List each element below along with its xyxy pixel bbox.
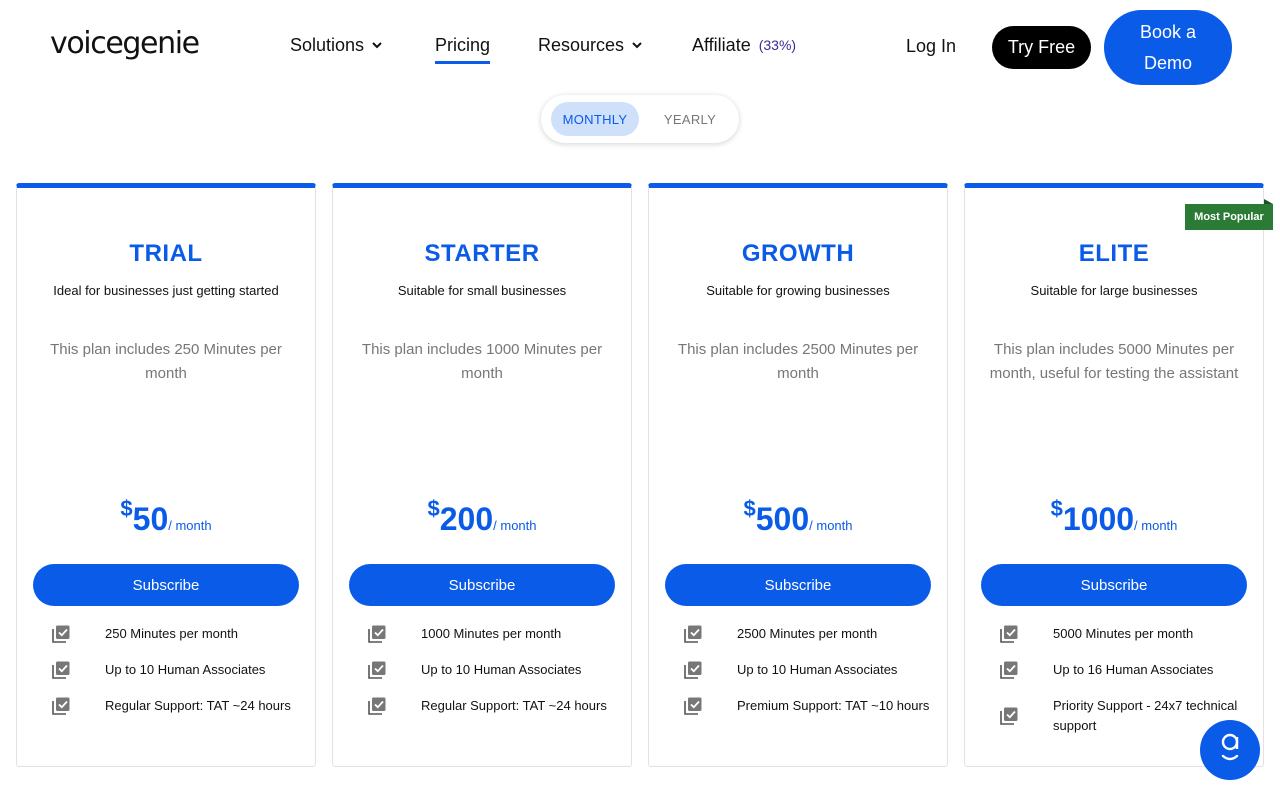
plan-description: This plan includes 5000 Minutes per mont… (989, 341, 1239, 382)
feature-item: 5000 Minutes per month (999, 624, 1249, 644)
site-header: voicegenie Solutions Pricing Resources A… (0, 0, 1280, 92)
feature-list: 2500 Minutes per month Up to 10 Human As… (683, 624, 933, 732)
price-period: / month (168, 518, 212, 533)
plan-subtitle: Suitable for small businesses (397, 283, 567, 298)
nav-resources[interactable]: Resources (538, 30, 644, 60)
feature-item: Up to 10 Human Associates (51, 660, 301, 680)
plan-description: This plan includes 250 Minutes per month (50, 341, 282, 382)
plan-subtitle: Suitable for growing businesses (706, 283, 890, 298)
plan-name: ELITE (1078, 240, 1150, 267)
checkbox-stack-icon (51, 624, 71, 644)
feature-text: Premium Support: TAT ~10 hours (737, 698, 930, 713)
checkbox-stack-icon (51, 696, 71, 716)
feature-text: Up to 10 Human Associates (105, 662, 266, 677)
nav-pricing-label: Pricing (435, 34, 491, 55)
feature-text: Regular Support: TAT ~24 hours (105, 698, 291, 713)
chevron-down-icon (630, 38, 644, 52)
feature-item: Regular Support: TAT ~24 hours (367, 696, 617, 716)
price-currency: $ (743, 496, 756, 521)
most-popular-badge: Most Popular (1185, 204, 1273, 230)
price-amount: 500 (755, 501, 810, 537)
nav-solutions-label: Solutions (290, 34, 365, 55)
subscribe-button[interactable]: Subscribe (981, 564, 1247, 606)
feature-item: Regular Support: TAT ~24 hours (51, 696, 301, 716)
plan-card-growth: GROWTH Suitable for growing businesses T… (648, 183, 948, 767)
nav-solutions[interactable]: Solutions (290, 30, 384, 60)
plan-description: This plan includes 1000 Minutes per mont… (361, 341, 603, 382)
feature-text: Up to 10 Human Associates (737, 662, 898, 677)
checkbox-stack-icon (683, 696, 703, 716)
subscribe-button[interactable]: Subscribe (349, 564, 615, 606)
checkbox-stack-icon (999, 706, 1019, 726)
price-amount: 50 (132, 501, 169, 537)
feature-item: Up to 10 Human Associates (683, 660, 933, 680)
plan-price: $200/ month (333, 496, 631, 538)
price-amount: 1000 (1062, 501, 1135, 537)
price-period: / month (493, 518, 537, 533)
subscribe-button[interactable]: Subscribe (33, 564, 299, 606)
checkbox-stack-icon (367, 624, 387, 644)
plan-name: GROWTH (741, 240, 855, 267)
affiliate-percent-badge: (33%) (758, 37, 797, 53)
toggle-monthly[interactable]: MONTHLY (551, 102, 639, 136)
plan-price: $1000/ month (965, 496, 1263, 538)
feature-text: 2500 Minutes per month (737, 626, 878, 641)
price-currency: $ (427, 496, 440, 521)
checkbox-stack-icon (999, 624, 1019, 644)
price-amount: 200 (439, 501, 494, 537)
checkbox-stack-icon (51, 660, 71, 680)
feature-text: Regular Support: TAT ~24 hours (421, 698, 607, 713)
feature-text: Up to 16 Human Associates (1053, 662, 1214, 677)
chevron-down-icon (370, 38, 384, 52)
plan-card-starter: STARTER Suitable for small businesses Th… (332, 183, 632, 767)
feature-item: 250 Minutes per month (51, 624, 301, 644)
checkbox-stack-icon (367, 660, 387, 680)
nav-pricing[interactable]: Pricing (435, 30, 491, 64)
plan-card-trial: TRIAL Ideal for businesses just getting … (16, 183, 316, 767)
voicegenie-logo[interactable]: voicegenie (50, 26, 200, 76)
book-demo-button[interactable]: Book a Demo (1104, 10, 1232, 85)
subscribe-button[interactable]: Subscribe (665, 564, 931, 606)
checkbox-stack-icon (683, 660, 703, 680)
plan-name: STARTER (424, 240, 540, 267)
plan-price: $50/ month (17, 496, 315, 538)
billing-period-toggle: MONTHLY YEARLY (541, 95, 739, 143)
nav-affiliate[interactable]: Affiliate (33%) (692, 30, 796, 60)
toggle-yearly[interactable]: YEARLY (651, 102, 729, 136)
feature-item: Up to 16 Human Associates (999, 660, 1249, 680)
plan-price: $500/ month (649, 496, 947, 538)
feature-text: 5000 Minutes per month (1053, 626, 1194, 641)
price-currency: $ (1050, 496, 1063, 521)
feature-text: 1000 Minutes per month (421, 626, 562, 641)
checkbox-stack-icon (367, 696, 387, 716)
try-free-button[interactable]: Try Free (992, 26, 1091, 69)
logo-text: voicegenie (50, 26, 200, 61)
chat-assistant-button[interactable] (1200, 720, 1260, 780)
checkbox-stack-icon (999, 660, 1019, 680)
price-period: / month (809, 518, 853, 533)
feature-text: Up to 10 Human Associates (421, 662, 582, 677)
feature-item: 2500 Minutes per month (683, 624, 933, 644)
feature-list: 1000 Minutes per month Up to 10 Human As… (367, 624, 617, 732)
plan-subtitle: Ideal for businesses just getting starte… (53, 283, 279, 298)
plan-name: TRIAL (129, 240, 203, 267)
feature-text: 250 Minutes per month (105, 626, 238, 641)
feature-item: Up to 10 Human Associates (367, 660, 617, 680)
checkbox-stack-icon (683, 624, 703, 644)
feature-item: Premium Support: TAT ~10 hours (683, 696, 933, 716)
plan-subtitle: Suitable for large businesses (1030, 283, 1198, 298)
login-link[interactable]: Log In (906, 36, 956, 57)
feature-item: 1000 Minutes per month (367, 624, 617, 644)
plan-card-elite: ELITE Suitable for large businesses This… (964, 183, 1264, 767)
nav-affiliate-label: Affiliate (692, 34, 751, 55)
feature-list: 250 Minutes per month Up to 10 Human Ass… (51, 624, 301, 732)
nav-resources-label: Resources (538, 34, 625, 55)
plan-description: This plan includes 2500 Minutes per mont… (677, 341, 919, 382)
price-period: / month (1134, 518, 1178, 533)
price-currency: $ (120, 496, 133, 521)
chat-assistant-icon (1216, 731, 1244, 770)
